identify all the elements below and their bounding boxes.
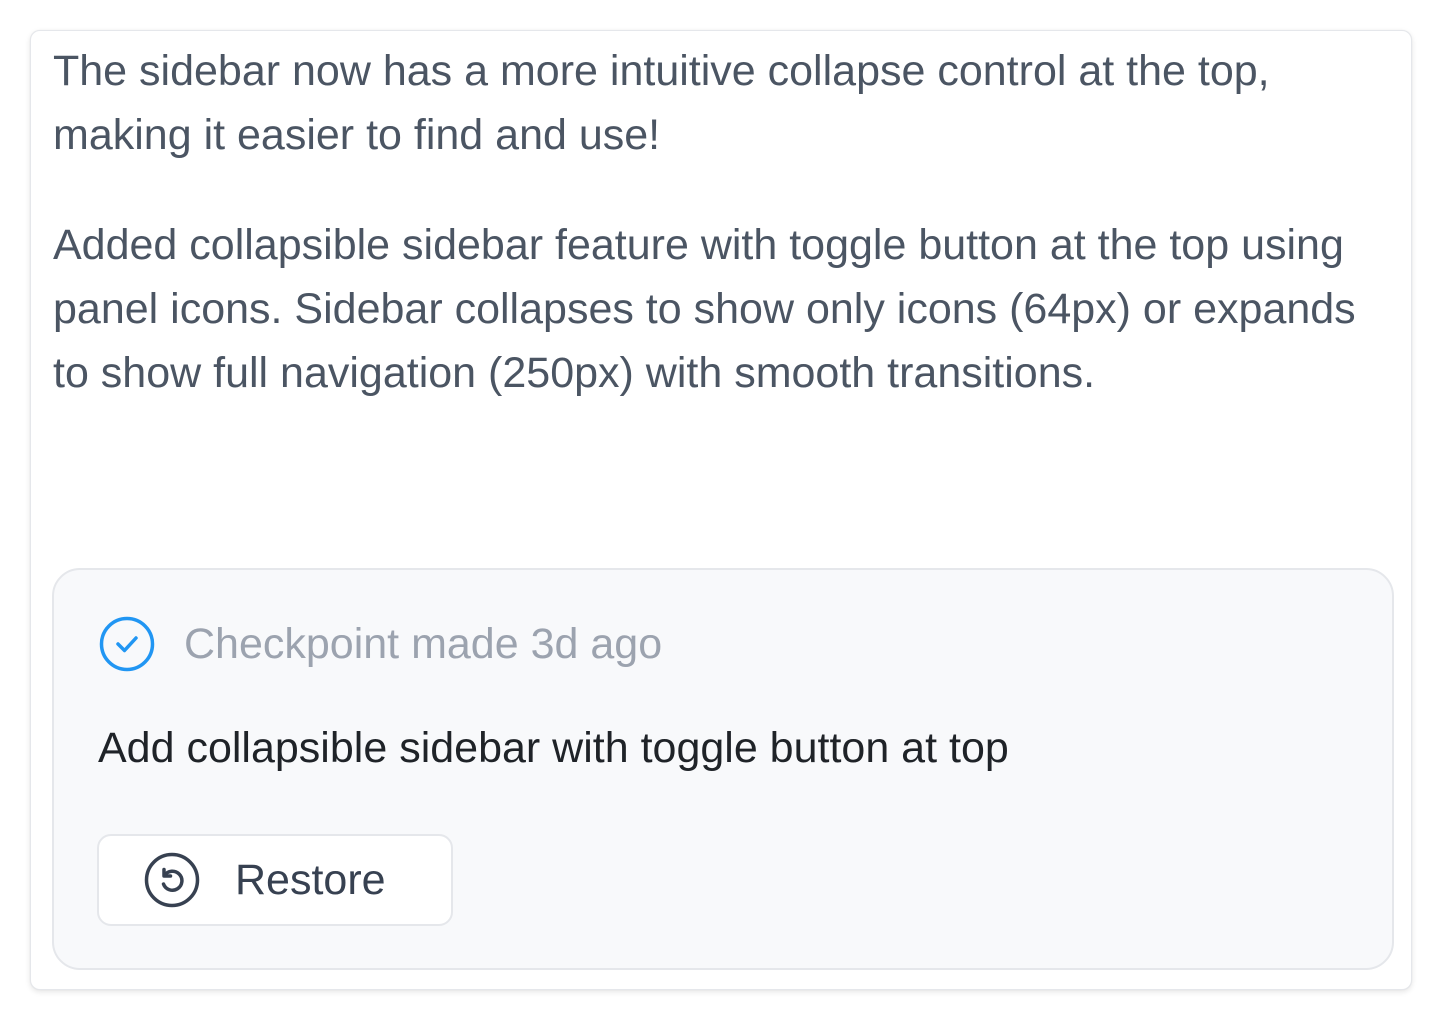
checkpoint-status: Checkpoint made 3d ago <box>184 619 663 668</box>
restore-button-label: Restore <box>235 855 386 904</box>
checkpoint-header: Checkpoint made 3d ago <box>98 614 662 674</box>
chat-message-card: The sidebar now has a more intuitive col… <box>30 30 1412 990</box>
message-paragraph: Added collapsible sidebar feature with t… <box>53 221 1356 397</box>
message-paragraph: The sidebar now has a more intuitive col… <box>53 47 1270 159</box>
check-circle-icon <box>98 615 156 673</box>
checkpoint-panel: Checkpoint made 3d ago Add collapsible s… <box>52 568 1394 970</box>
restore-icon <box>143 851 201 909</box>
assistant-message: The sidebar now has a more intuitive col… <box>53 39 1393 405</box>
restore-button[interactable]: Restore <box>97 834 453 926</box>
checkpoint-title: Add collapsible sidebar with toggle butt… <box>98 724 1009 772</box>
